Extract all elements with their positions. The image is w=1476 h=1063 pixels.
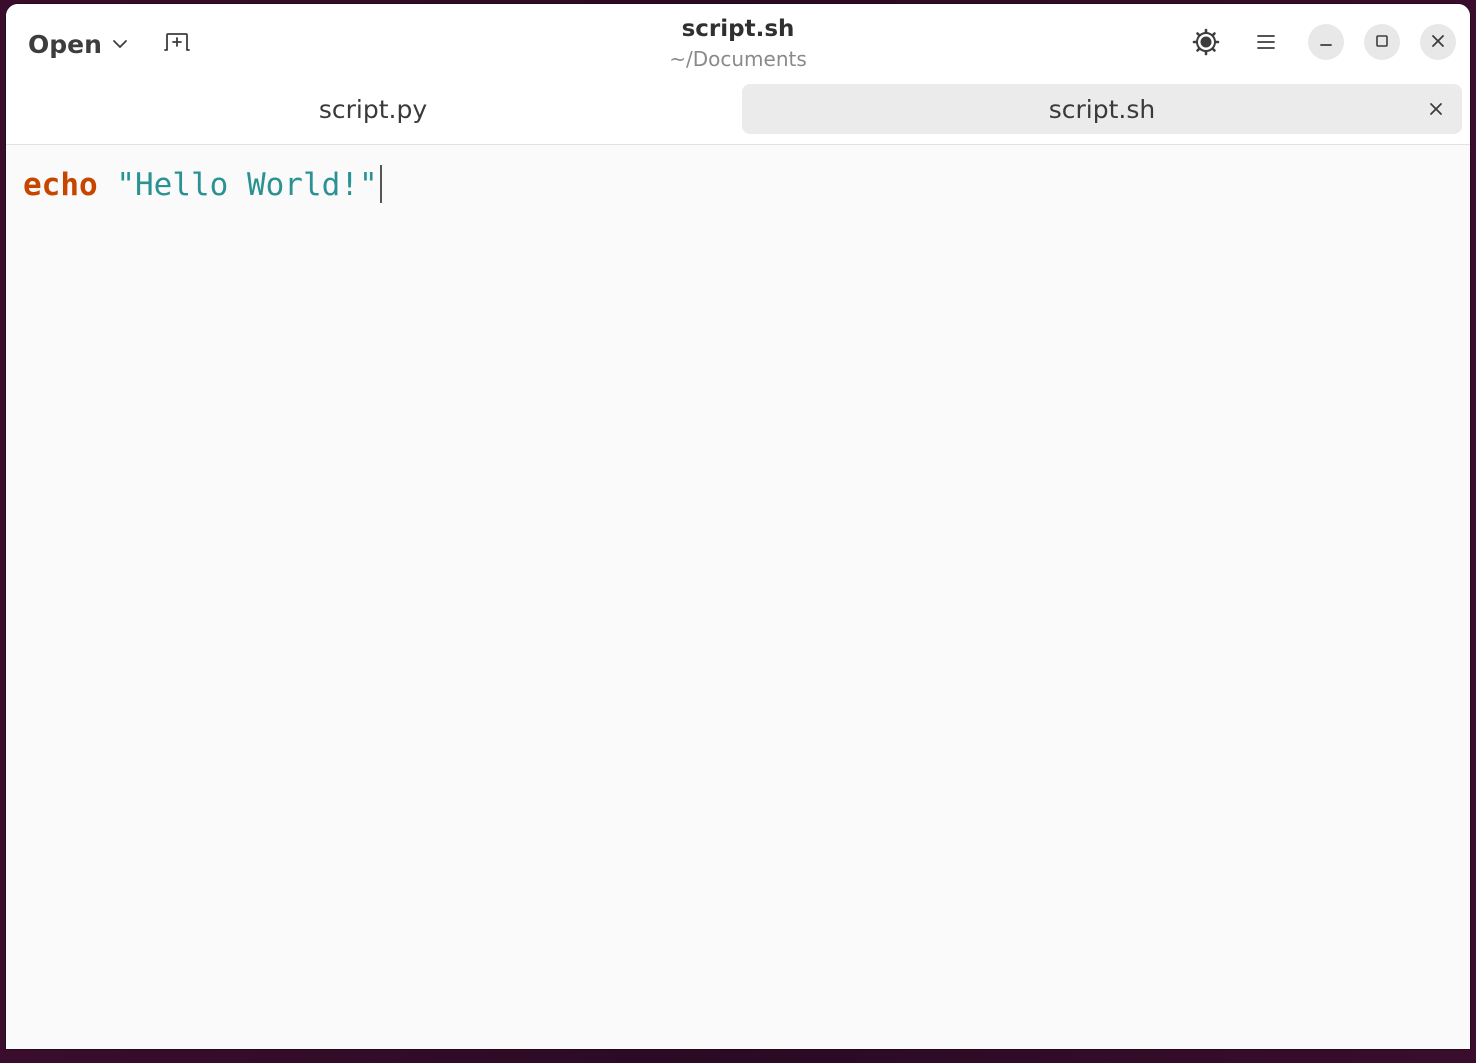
text-cursor bbox=[379, 164, 382, 203]
new-tab-button[interactable] bbox=[156, 24, 198, 64]
header-bar: Open script.sh ~/Documents bbox=[6, 4, 1470, 82]
open-button[interactable]: Open bbox=[18, 22, 138, 66]
window-title: script.sh bbox=[681, 16, 795, 42]
main-menu-button[interactable] bbox=[1246, 24, 1286, 64]
tab-close-button[interactable] bbox=[1424, 97, 1448, 121]
window-title-block: script.sh ~/Documents bbox=[538, 14, 938, 74]
tab-script-sh[interactable]: script.sh bbox=[742, 84, 1462, 134]
minimize-button[interactable] bbox=[1308, 24, 1344, 60]
code-line: echo "Hello World!" bbox=[23, 164, 382, 206]
close-icon bbox=[1431, 33, 1445, 52]
gear-icon bbox=[1192, 28, 1220, 60]
text-editor-window: Open script.sh ~/Documents script.py scr… bbox=[6, 4, 1470, 1049]
maximize-button[interactable] bbox=[1364, 24, 1400, 60]
chevron-down-icon bbox=[112, 39, 128, 49]
tab-bar: script.py script.sh bbox=[6, 82, 1470, 145]
hamburger-menu-icon bbox=[1256, 33, 1276, 55]
text-editor-area[interactable]: echo "Hello World!" bbox=[6, 145, 1470, 1049]
settings-button[interactable] bbox=[1186, 24, 1226, 64]
window-subtitle: ~/Documents bbox=[669, 47, 807, 71]
code-string: "Hello World!" bbox=[116, 167, 378, 203]
close-icon bbox=[1430, 103, 1442, 115]
code-keyword: echo bbox=[23, 167, 98, 203]
open-button-label: Open bbox=[28, 29, 102, 59]
minimize-icon bbox=[1319, 33, 1333, 52]
close-window-button[interactable] bbox=[1420, 24, 1456, 60]
tab-script-py[interactable]: script.py bbox=[6, 84, 740, 134]
maximize-icon bbox=[1375, 33, 1389, 52]
tab-label: script.py bbox=[318, 94, 428, 124]
tab-label: script.sh bbox=[1048, 94, 1156, 124]
new-tab-icon bbox=[164, 31, 190, 57]
